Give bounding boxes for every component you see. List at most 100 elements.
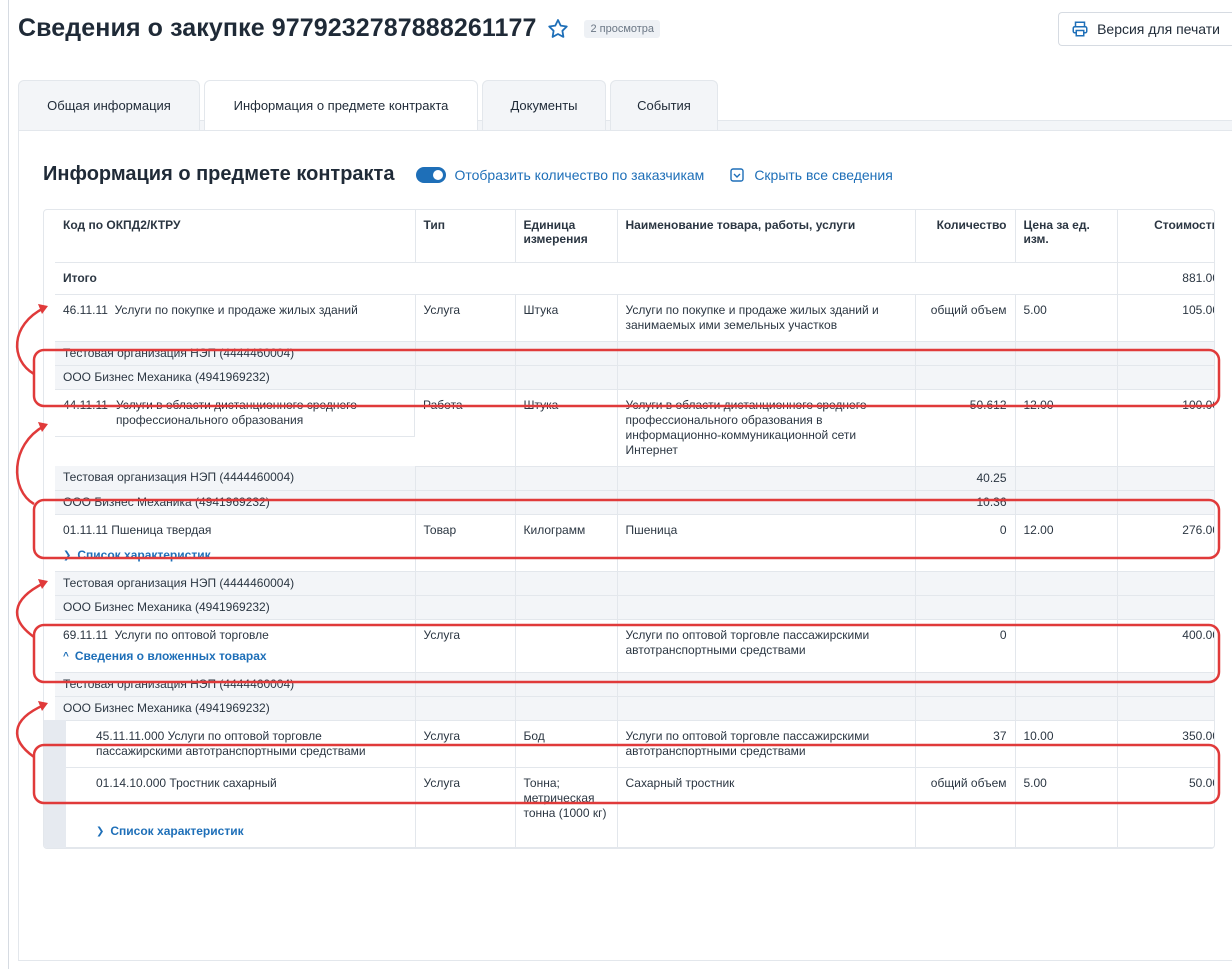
price-cell: 12.00 [1015, 389, 1118, 467]
price-cell: 12.00 [1015, 514, 1118, 572]
unit-cell: Килограмм [515, 514, 618, 572]
cost-cell: 100.00 [1117, 389, 1214, 467]
characteristics-label: Список характеристик [110, 823, 244, 838]
hide-all-label: Скрыть все сведения [754, 166, 893, 183]
unit-cell: Штука [515, 389, 618, 467]
hide-all-link[interactable]: Скрыть все сведения [730, 166, 893, 183]
customer-qty [915, 341, 1016, 366]
customer-name: ООО Бизнес Механика (4941969232) [55, 365, 416, 390]
star-icon[interactable] [546, 17, 570, 41]
qty-cell: 50.612 [915, 389, 1016, 467]
table-row: 01.11.11 Пшеница твердая ❯ Список характе… [55, 514, 1214, 572]
qty-cell: 0 [915, 514, 1016, 572]
nested-row: 45.11.11.000 Услуги по оптовой торговле … [44, 720, 1214, 768]
okpd-code: 45.11.11.000 [96, 728, 165, 743]
total-row: Итого 881.00 [55, 262, 1214, 295]
print-version-button[interactable]: Версия для печати [1058, 12, 1232, 46]
okpd-code: 46.11.11 [63, 302, 108, 317]
type-cell: Услуга [415, 767, 516, 848]
name-cell: Услуги по оптовой торговле пассажирскими… [617, 720, 916, 768]
code-cell: 46.11.11 Услуги по покупке и продаже жил… [55, 294, 416, 342]
name-cell: Услуги по покупке и продаже жилых зданий… [617, 294, 916, 342]
characteristics-toggle[interactable]: ❯ Список характеристик [96, 824, 244, 839]
type-cell: Услуга [415, 294, 516, 342]
price-cell: 5.00 [1015, 294, 1118, 342]
code-cell: 01.11.11 Пшеница твердая ❯ Список характе… [55, 514, 416, 572]
code-cell: 69.11.11 Услуги по оптовой торговле ^ Све… [55, 619, 416, 673]
tab-general[interactable]: Общая информация [18, 80, 200, 130]
code-cell: 01.14.10.000 Тростник сахарный ❯ Список х… [44, 767, 416, 848]
okpd-name: Пшеница твердая [111, 522, 212, 537]
table-header-row: Код по ОКПД2/КТРУ Тип Единица измерения … [55, 210, 1214, 263]
customer-row: ООО Бизнес Механика (4941969232) [55, 365, 1214, 390]
okpd-code: 44.11.11 [63, 397, 108, 412]
customer-row: Тестовая организация НЭП (4444460004) [55, 571, 1214, 596]
section-header: Информация о предмете контракта Отобрази… [43, 163, 893, 186]
type-cell: Услуга [415, 720, 516, 768]
print-label: Версия для печати [1097, 21, 1220, 37]
customer-row: Тестовая организация НЭП (4444460004) [55, 341, 1214, 366]
tab-events[interactable]: События [610, 80, 718, 130]
qty-cell: общий объем [915, 294, 1016, 342]
column-header: Код по ОКПД2/КТРУ [55, 210, 416, 263]
name-cell: Сахарный тростник [617, 767, 916, 848]
unit-cell [515, 619, 618, 673]
customer-row: ООО Бизнес Механика (4941969232) [55, 696, 1214, 721]
customer-qty [915, 365, 1016, 390]
column-header: Единица измерения [515, 210, 618, 263]
customer-row: Тестовая организация НЭП (4444460004) [55, 672, 1214, 697]
column-header: Наименование товара, работы, услуги [617, 210, 916, 263]
customer-qty [915, 672, 1016, 697]
tab-content: Информация о предмете контракта Отобрази… [18, 130, 1232, 961]
customer-name: ООО Бизнес Механика (4941969232) [55, 595, 416, 620]
okpd-code: 01.11.11 [63, 522, 108, 537]
code-cell: 45.11.11.000 Услуги по оптовой торговле … [44, 720, 416, 768]
nested-goods-toggle[interactable]: ^ Сведения о вложенных товарах [63, 649, 407, 664]
characteristics-label: Список характеристик [77, 547, 211, 562]
qty-cell: 37 [915, 720, 1016, 768]
qty-cell: общий объем [915, 767, 1016, 848]
unit-cell: Тонна; метрическая тонна (1000 кг) [515, 767, 618, 848]
okpd-name: Тростник сахарный [169, 775, 277, 790]
okpd-code: 69.11.11 [63, 627, 108, 642]
nested-row: 01.14.10.000 Тростник сахарный ❯ Список х… [44, 767, 1214, 848]
views-badge: 2 просмотра [584, 19, 661, 38]
customer-qty: 40.25 [915, 466, 1016, 491]
chevron-down-icon: ❯ [96, 825, 105, 837]
name-cell: Услуги по оптовой торговле пассажирскими… [617, 619, 916, 673]
price-cell [1015, 619, 1118, 673]
cost-cell: 105.00 [1117, 294, 1214, 342]
page-title: Сведения о закупке 9779232787888261177 [18, 14, 537, 42]
characteristics-toggle[interactable]: ❯ Список характеристик [63, 548, 407, 563]
okpd-name: Услуги по оптовой торговле [114, 627, 269, 642]
total-label: Итого [55, 262, 1118, 295]
table-row: 69.11.11 Услуги по оптовой торговле ^ Све… [55, 619, 1214, 673]
column-header: Стоимость [1117, 210, 1214, 263]
printer-icon [1072, 21, 1088, 37]
table-row: 44.11.11 Услуги в области дистанционного … [55, 389, 1214, 467]
total-value: 881.00 [1117, 262, 1214, 295]
okpd-name: Услуги по покупке и продаже жилых зданий [114, 302, 358, 317]
customer-name: Тестовая организация НЭП (4444460004) [55, 466, 416, 491]
customer-name: Тестовая организация НЭП (4444460004) [55, 341, 416, 366]
tab-contract-subject[interactable]: Информация о предмете контракта [204, 80, 478, 130]
tab-documents[interactable]: Документы [482, 80, 606, 130]
customer-name: ООО Бизнес Механика (4941969232) [55, 696, 416, 721]
tab-bar: Общая информация Информация о предмете к… [18, 80, 722, 130]
customer-name: Тестовая организация НЭП (4444460004) [55, 571, 416, 596]
unit-cell: Штука [515, 294, 618, 342]
customer-qty: 10.36 [915, 490, 1016, 515]
page-header: Сведения о закупке 9779232787888261177 2… [18, 14, 661, 43]
customers-qty-toggle[interactable] [416, 166, 447, 183]
customer-row: ООО Бизнес Механика (4941969232) 10.36 [55, 490, 1214, 515]
customer-row: ООО Бизнес Механика (4941969232) [55, 595, 1214, 620]
customer-qty [915, 696, 1016, 721]
cost-cell: 50.00 [1117, 767, 1214, 848]
unit-cell: Бод [515, 720, 618, 768]
okpd-name: Услуги в области дистанционного среднего… [115, 397, 357, 427]
type-cell: Услуга [415, 619, 516, 673]
customer-qty [915, 571, 1016, 596]
nested-goods-label: Сведения о вложенных товарах [74, 648, 267, 663]
toggle-label[interactable]: Отобразить количество по заказчикам [454, 167, 704, 183]
price-cell: 10.00 [1015, 720, 1118, 768]
